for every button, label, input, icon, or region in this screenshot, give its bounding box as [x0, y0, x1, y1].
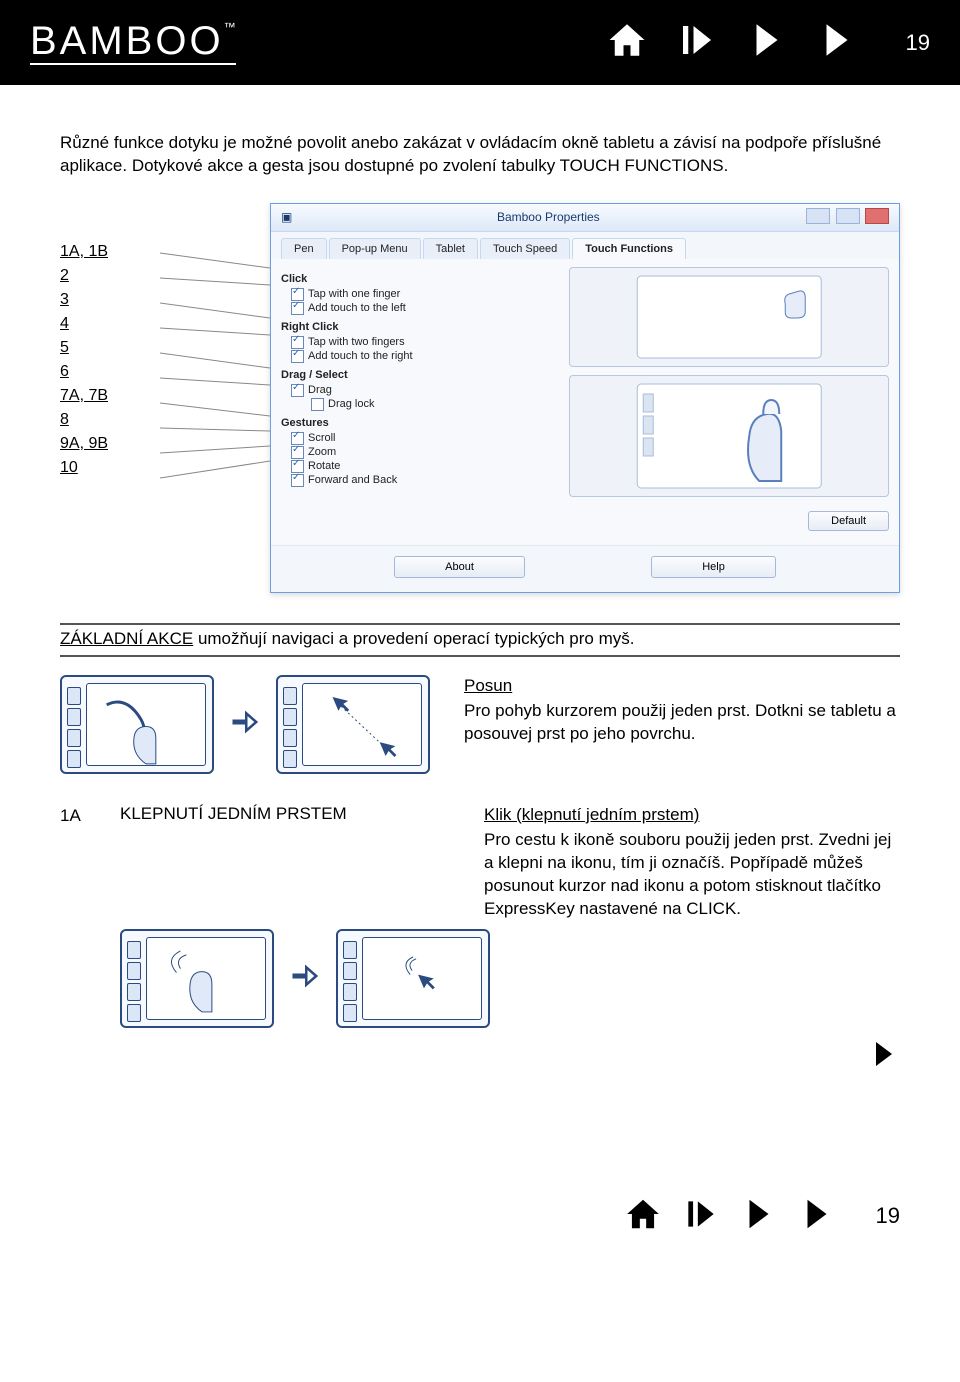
- prev-page-icon[interactable]: [746, 19, 788, 66]
- posun-body: Pro pohyb kurzorem použij jeden prst. Do…: [464, 701, 896, 743]
- window-title: Bamboo Properties: [497, 210, 600, 224]
- gesture-posun-illustrations: [60, 675, 440, 774]
- logo: BAMBOO™: [30, 21, 236, 65]
- callout-list: 1A, 1B 2 3 4 5 6 7A, 7B 8 9A, 9B 10: [60, 203, 160, 593]
- callout-2[interactable]: 2: [60, 267, 69, 284]
- default-button[interactable]: Default: [808, 511, 889, 531]
- options-column: Click Tap with one finger Add touch to t…: [281, 267, 549, 531]
- check-drag-lock[interactable]: [311, 398, 324, 411]
- gesture-posun-text: Posun Pro pohyb kurzorem použij jeden pr…: [464, 675, 900, 746]
- subhead-link[interactable]: ZÁKLADNÍ AKCE: [60, 629, 193, 648]
- first-page-icon[interactable]: [676, 19, 718, 66]
- section-drag: Drag / Select: [281, 369, 549, 381]
- tablet-illustration-swipe: [60, 675, 214, 774]
- tab-touch-functions[interactable]: Touch Functions: [572, 238, 686, 259]
- window-body: Click Tap with one finger Add touch to t…: [271, 259, 899, 545]
- arrow-right-icon: [290, 961, 320, 996]
- section-right-click: Right Click: [281, 321, 549, 333]
- check-fwdback[interactable]: [291, 474, 304, 487]
- tab-pen[interactable]: Pen: [281, 238, 327, 259]
- callout-8[interactable]: 8: [60, 411, 69, 428]
- check-add-right[interactable]: [291, 350, 304, 363]
- bottom-nav: 19: [0, 1195, 960, 1258]
- check-add-left[interactable]: [291, 302, 304, 315]
- home-icon[interactable]: [606, 19, 648, 66]
- intro-paragraph: Různé funkce dotyku je možné povolit ane…: [60, 132, 900, 178]
- callout-3[interactable]: 3: [60, 291, 69, 308]
- section-gestures: Gestures: [281, 417, 549, 429]
- page-content: Různé funkce dotyku je možné povolit ane…: [0, 85, 960, 1115]
- tablet-illustration-cursor: [276, 675, 430, 774]
- tab-touch-speed[interactable]: Touch Speed: [480, 238, 570, 259]
- gesture-posun: Posun Pro pohyb kurzorem použij jeden pr…: [60, 675, 900, 774]
- first-page-icon[interactable]: [682, 1195, 720, 1238]
- preview-bottom: [569, 375, 889, 497]
- row-label-1a: 1A: [60, 804, 96, 826]
- callout-1a[interactable]: 1A, 1B: [60, 243, 108, 260]
- callout-9[interactable]: 9A, 9B: [60, 435, 108, 452]
- gesture-1a-row: 1A KLEPNUTÍ JEDNÍM PRSTEM Klik (klepnutí…: [60, 804, 900, 1028]
- about-button[interactable]: About: [394, 556, 525, 578]
- callout-10[interactable]: 10: [60, 459, 78, 476]
- next-page-icon[interactable]: [798, 1195, 836, 1238]
- window-icon: ▣: [281, 210, 292, 224]
- tablet-illustration-click: [336, 929, 490, 1028]
- top-nav: 19: [606, 19, 930, 66]
- window-titlebar: ▣ Bamboo Properties: [271, 204, 899, 232]
- callout-7[interactable]: 7A, 7B: [60, 387, 108, 404]
- tablet-illustration-tap: [120, 929, 274, 1028]
- section-click: Click: [281, 273, 549, 285]
- row-1a-body: Pro cestu k ikoně souboru použij jeden p…: [484, 830, 891, 918]
- tab-bar: Pen Pop-up Menu Tablet Touch Speed Touch…: [271, 232, 899, 259]
- subhead-rest: umožňují navigaci a provedení operací ty…: [193, 629, 634, 648]
- posun-title[interactable]: Posun: [464, 675, 512, 698]
- window-footer: About Help: [271, 545, 899, 592]
- callout-5[interactable]: 5: [60, 339, 69, 356]
- arrow-right-icon: [230, 707, 260, 742]
- gesture-1a-text: Klik (klepnutí jedním prstem) Pro cestu …: [484, 804, 900, 921]
- gesture-1a-illustrations: [120, 929, 900, 1028]
- preview-top: [569, 267, 889, 367]
- home-icon[interactable]: [624, 1195, 662, 1238]
- next-page-icon[interactable]: [816, 19, 858, 66]
- check-drag[interactable]: [291, 384, 304, 397]
- tab-popup[interactable]: Pop-up Menu: [329, 238, 421, 259]
- preview-column: Default: [569, 267, 889, 531]
- minimize-button[interactable]: [806, 208, 830, 224]
- close-button[interactable]: [865, 208, 889, 224]
- properties-window: ▣ Bamboo Properties Pen Pop-up Menu Tabl…: [270, 203, 900, 593]
- help-button[interactable]: Help: [651, 556, 776, 578]
- top-bar: BAMBOO™ 19: [0, 0, 960, 85]
- row-1a-link[interactable]: Klik (klepnutí jedním prstem): [484, 804, 699, 827]
- tab-tablet[interactable]: Tablet: [423, 238, 478, 259]
- section-subhead: ZÁKLADNÍ AKCE umožňují navigaci a proved…: [60, 623, 900, 657]
- continue-arrow-icon[interactable]: [868, 1057, 900, 1074]
- page-number-bottom: 19: [876, 1203, 900, 1229]
- prev-page-icon[interactable]: [740, 1195, 778, 1238]
- callout-4[interactable]: 4: [60, 315, 69, 332]
- maximize-button[interactable]: [836, 208, 860, 224]
- callout-6[interactable]: 6: [60, 363, 69, 380]
- row-title-1a: KLEPNUTÍ JEDNÍM PRSTEM: [120, 804, 460, 824]
- callout-and-window: 1A, 1B 2 3 4 5 6 7A, 7B 8 9A, 9B 10: [60, 203, 900, 593]
- page-number-top: 19: [906, 30, 930, 56]
- window-buttons: [804, 208, 889, 227]
- callout-leader-lines: [160, 203, 270, 593]
